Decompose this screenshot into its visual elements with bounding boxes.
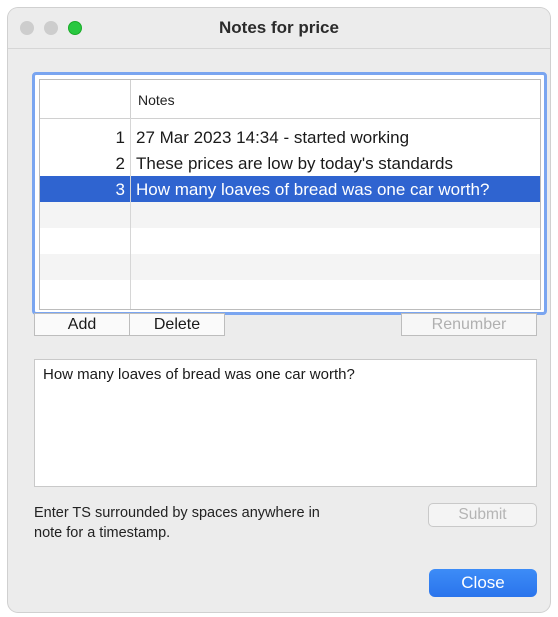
row-number: 2 (115, 154, 125, 173)
add-button[interactable]: Add (34, 313, 130, 336)
column-divider (130, 118, 131, 309)
notes-table[interactable]: Notes 1 27 Mar 2023 14:34 - started work… (39, 79, 541, 310)
empty-row (40, 202, 540, 228)
row-note: How many loaves of bread was one car wor… (136, 180, 490, 199)
empty-row (40, 254, 540, 280)
notes-table-focus-ring: Notes 1 27 Mar 2023 14:34 - started work… (32, 72, 547, 315)
hint-line-1: Enter TS surrounded by spaces anywhere i… (34, 505, 320, 521)
note-editor[interactable]: How many loaves of bread was one car wor… (34, 359, 537, 487)
table-header: Notes (40, 80, 540, 119)
notes-column-header[interactable]: Notes (138, 92, 175, 108)
number-column-header[interactable] (40, 80, 131, 118)
row-note: These prices are low by today's standard… (136, 154, 453, 173)
empty-row (40, 280, 540, 306)
table-row-selected[interactable]: 3 How many loaves of bread was one car w… (40, 176, 540, 202)
submit-button[interactable]: Submit (428, 503, 537, 527)
close-button[interactable]: Close (429, 569, 537, 597)
delete-button[interactable]: Delete (129, 313, 225, 336)
row-number: 1 (115, 128, 125, 147)
title-bar: Notes for price (8, 8, 550, 49)
timestamp-hint: Enter TS surrounded by spaces anywhere i… (34, 503, 374, 543)
empty-row (40, 228, 540, 254)
hint-line-2: note for a timestamp. (34, 525, 171, 541)
row-number: 3 (115, 180, 125, 199)
window-title: Notes for price (219, 18, 339, 37)
table-row[interactable]: 1 27 Mar 2023 14:34 - started working (40, 124, 540, 150)
notes-window: Notes for price Notes 1 27 Mar 2023 14:3… (8, 8, 550, 612)
table-row[interactable]: 2 These prices are low by today's standa… (40, 150, 540, 176)
renumber-button[interactable]: Renumber (401, 313, 537, 336)
row-note: 27 Mar 2023 14:34 - started working (136, 128, 410, 147)
